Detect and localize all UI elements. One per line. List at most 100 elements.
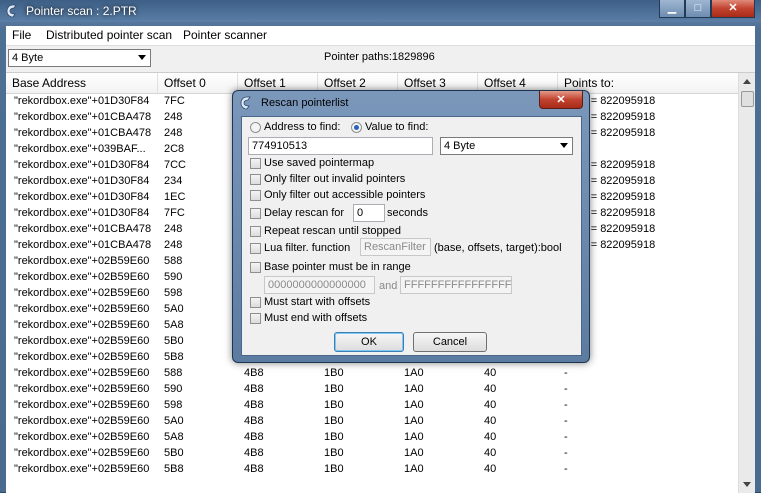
menu-file[interactable]: File xyxy=(12,28,31,42)
scroll-up-icon[interactable] xyxy=(743,79,751,84)
close-icon[interactable]: ✕ xyxy=(539,91,583,109)
must-start-checkbox[interactable] xyxy=(250,297,261,308)
filter-accessible-label: Only filter out accessible pointers xyxy=(264,189,426,201)
table-cell: 5B0 xyxy=(164,447,184,459)
col-base-address[interactable]: Base Address xyxy=(6,73,158,93)
dialog-title: Rescan pointerlist xyxy=(261,97,349,109)
table-cell: "rekordbox.exe"+02B59E60 xyxy=(14,271,150,283)
filter-invalid-label: Only filter out invalid pointers xyxy=(264,173,406,185)
filter-accessible-checkbox[interactable] xyxy=(250,190,261,201)
table-cell: "rekordbox.exe"+02B59E60 xyxy=(14,399,150,411)
table-cell: - xyxy=(564,463,568,475)
minimize-icon[interactable]: ▁ xyxy=(659,0,685,18)
table-cell: "rekordbox.exe"+01CBA478 xyxy=(14,239,152,251)
cancel-button[interactable]: Cancel xyxy=(413,332,487,352)
use-saved-pointermap-label: Use saved pointermap xyxy=(264,157,375,169)
table-cell: 40 xyxy=(484,399,497,411)
base-range-checkbox[interactable] xyxy=(250,262,261,273)
table-cell: - xyxy=(564,431,568,443)
delay-seconds-input[interactable]: 0 xyxy=(353,204,385,222)
delay-rescan-checkbox[interactable] xyxy=(250,208,261,219)
table-cell: - xyxy=(564,447,568,459)
pointer-paths-count: Pointer paths:1829896 xyxy=(324,51,435,63)
table-row[interactable]: "rekordbox.exe"+02B59E60 5A8 4B8 1B0 1A0 40 - xyxy=(6,430,739,446)
table-row[interactable]: "rekordbox.exe"+02B59E60 590 4B8 1B0 1A0 40 - xyxy=(6,382,739,398)
table-cell: 7CC xyxy=(164,159,187,171)
table-cell: 40 xyxy=(484,463,497,475)
window-controls: ▁ □ ✕ xyxy=(659,0,755,18)
range-to-input[interactable]: FFFFFFFFFFFFFFFF xyxy=(400,276,512,294)
table-cell: "rekordbox.exe"+01D30F84 xyxy=(14,175,150,187)
table-cell: 2C8 xyxy=(164,143,185,155)
table-cell: 248 xyxy=(164,223,183,235)
value-to-find-radio[interactable] xyxy=(351,122,362,133)
table-cell: "rekordbox.exe"+01CBA478 xyxy=(14,223,152,235)
close-icon[interactable]: ✕ xyxy=(711,0,755,18)
delay-rescan-label: Delay rescan for xyxy=(264,207,345,219)
table-cell: "rekordbox.exe"+02B59E60 xyxy=(14,447,150,459)
table-cell: "rekordbox.exe"+039BAF... xyxy=(14,143,146,155)
table-cell: 1A0 xyxy=(404,447,424,459)
scroll-down-icon[interactable] xyxy=(743,482,751,487)
must-end-checkbox[interactable] xyxy=(250,313,261,324)
dialog-body: Address to find: Value to find: 77491051… xyxy=(241,116,582,356)
type-select[interactable]: 4 Byte xyxy=(440,137,573,155)
table-cell: "rekordbox.exe"+02B59E60 xyxy=(14,303,150,315)
table-cell: 5B8 xyxy=(164,351,184,363)
table-cell: 1B0 xyxy=(324,383,344,395)
lua-function-input[interactable]: RescanFilter xyxy=(360,238,431,256)
ok-button[interactable]: OK xyxy=(334,332,404,352)
table-cell: "rekordbox.exe"+01CBA478 xyxy=(14,111,152,123)
value-input[interactable]: 774910513 xyxy=(248,137,433,155)
table-cell: 1B0 xyxy=(324,415,344,427)
maximize-icon[interactable]: □ xyxy=(685,0,711,18)
table-cell: 5A8 xyxy=(164,431,184,443)
range-from-input[interactable]: 0000000000000000 xyxy=(264,276,375,294)
table-cell: 4B8 xyxy=(244,399,264,411)
table-cell: 5A0 xyxy=(164,415,184,427)
table-row[interactable]: "rekordbox.exe"+02B59E60 5B0 4B8 1B0 1A0 40 - xyxy=(6,446,739,462)
table-cell: 4B8 xyxy=(244,463,264,475)
table-row[interactable]: "rekordbox.exe"+02B59E60 598 4B8 1B0 1A0 40 - xyxy=(6,398,739,414)
table-cell: 598 xyxy=(164,287,183,299)
value-to-find-label: Value to find: xyxy=(365,121,429,133)
table-cell: "rekordbox.exe"+02B59E60 xyxy=(14,367,150,379)
table-cell: "rekordbox.exe"+02B59E60 xyxy=(14,255,150,267)
cheat-engine-icon xyxy=(240,96,251,110)
table-row[interactable]: "rekordbox.exe"+02B59E60 5B8 4B8 1B0 1A0 40 - xyxy=(6,462,739,478)
use-saved-pointermap-checkbox[interactable] xyxy=(250,158,261,169)
table-row[interactable]: "rekordbox.exe"+02B59E60 5A0 4B8 1B0 1A0 40 - xyxy=(6,414,739,430)
type-select-value: 4 Byte xyxy=(444,140,476,152)
menu-distributed-pointer-scan[interactable]: Distributed pointer scan xyxy=(46,28,172,42)
chevron-down-icon xyxy=(138,55,146,60)
repeat-rescan-checkbox[interactable] xyxy=(250,226,261,237)
table-cell: 5A0 xyxy=(164,303,184,315)
table-cell: - xyxy=(564,367,568,379)
table-cell: "rekordbox.exe"+02B59E60 xyxy=(14,383,150,395)
cheat-engine-icon xyxy=(6,4,17,18)
table-cell: 1B0 xyxy=(324,447,344,459)
menu-pointer-scanner[interactable]: Pointer scanner xyxy=(183,28,267,42)
lua-filter-checkbox[interactable] xyxy=(250,243,261,254)
table-cell: 5B8 xyxy=(164,463,184,475)
table-cell: 1A0 xyxy=(404,431,424,443)
col-offset-0[interactable]: Offset 0 xyxy=(158,73,238,93)
title-bar: Pointer scan : 2.PTR ▁ □ ✕ xyxy=(0,0,761,22)
value-type-select[interactable]: 4 Byte xyxy=(8,49,151,67)
address-to-find-radio[interactable] xyxy=(250,122,261,133)
table-cell: 40 xyxy=(484,383,497,395)
table-cell: 248 xyxy=(164,127,183,139)
must-start-label: Must start with offsets xyxy=(264,296,371,308)
base-range-label: Base pointer must be in range xyxy=(264,261,411,273)
table-cell: 1A0 xyxy=(404,399,424,411)
vertical-scrollbar[interactable] xyxy=(738,73,755,493)
table-cell: 590 xyxy=(164,271,183,283)
table-cell: "rekordbox.exe"+01D30F84 xyxy=(14,95,150,107)
table-cell: - xyxy=(564,383,568,395)
table-cell: 5B0 xyxy=(164,335,184,347)
scroll-thumb[interactable] xyxy=(741,91,754,107)
filter-invalid-checkbox[interactable] xyxy=(250,174,261,185)
value-type-label: 4 Byte xyxy=(12,52,44,64)
table-cell: 590 xyxy=(164,383,183,395)
table-row[interactable]: "rekordbox.exe"+02B59E60 588 4B8 1B0 1A0 40 - xyxy=(6,366,739,382)
